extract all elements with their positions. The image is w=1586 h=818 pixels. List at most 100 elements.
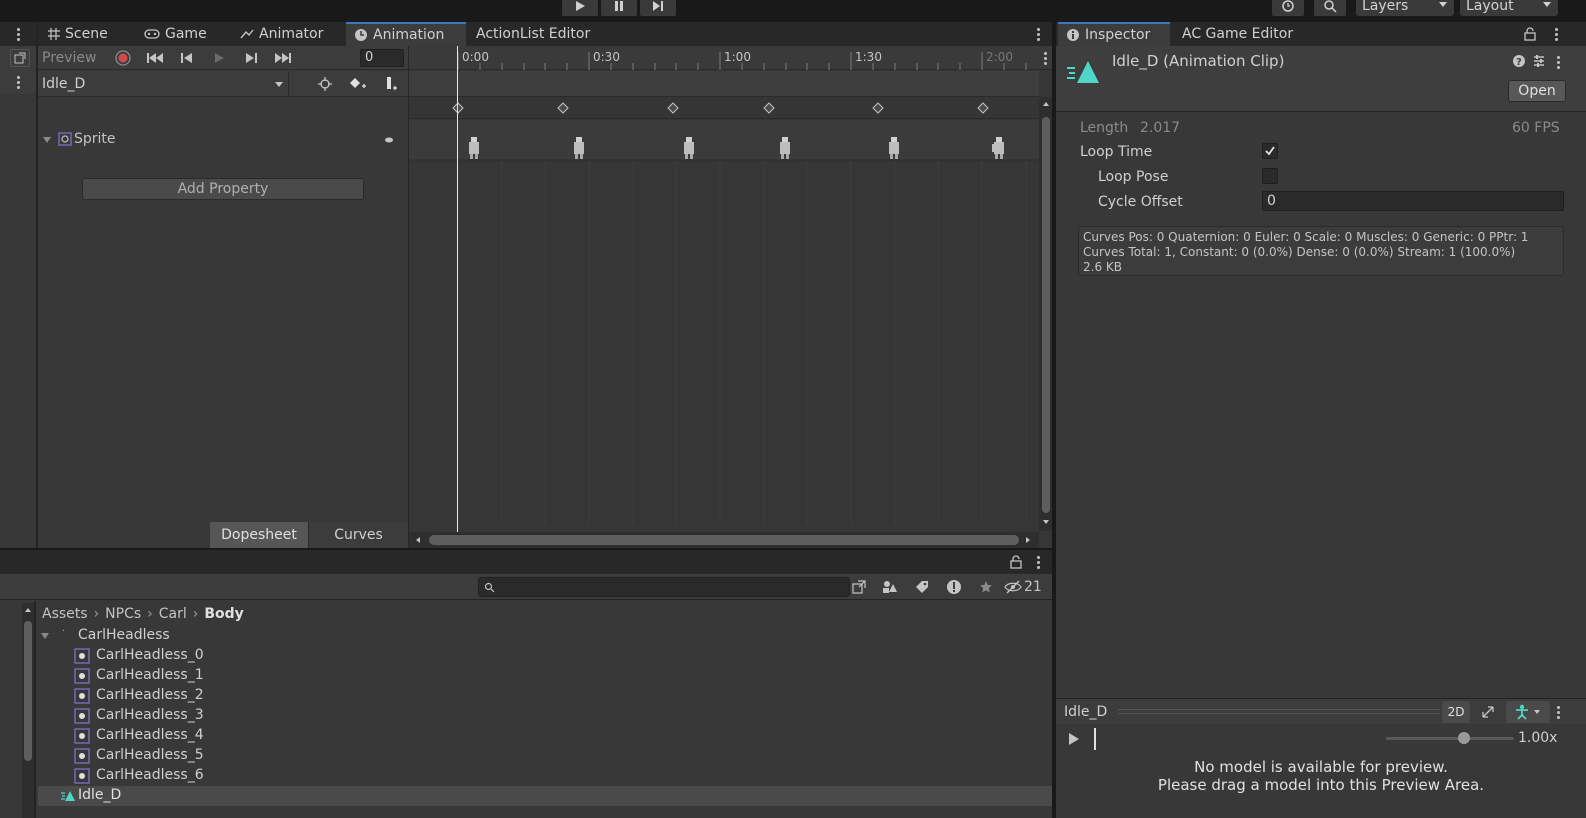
tab-actionlist-editor[interactable]: ActionList Editor (468, 22, 618, 46)
property-row-sprite[interactable]: Sprite (38, 128, 408, 152)
list-item[interactable]: CarlHeadless_6 (74, 766, 1054, 786)
sprite-keyframe-thumb[interactable] (778, 136, 792, 160)
loop-time-checkbox[interactable] (1262, 143, 1278, 159)
timeline-hscrollbar[interactable] (409, 532, 1039, 548)
list-item-carlheadless[interactable]: · CarlHeadless (38, 626, 1054, 646)
lock-icon[interactable] (1010, 555, 1022, 569)
component-menu-icon[interactable] (1554, 54, 1562, 70)
project-search-input[interactable] (478, 577, 850, 597)
curves-tab[interactable]: Curves (308, 522, 408, 548)
play-button[interactable] (562, 0, 598, 16)
search-by-type-button[interactable] (848, 577, 870, 597)
play-animation-button[interactable] (206, 47, 232, 69)
list-item[interactable]: CarlHeadless_5 (74, 746, 1054, 766)
filter-by-type-button[interactable] (878, 577, 902, 597)
playhead[interactable] (457, 46, 458, 532)
list-item[interactable]: CarlHeadless_1 (74, 666, 1054, 686)
keyframe-diamond[interactable] (667, 102, 679, 114)
cycle-offset-field[interactable]: 0 (1262, 191, 1564, 211)
scroll-thumb[interactable] (1042, 117, 1050, 513)
sprite-keyframe-thumb[interactable] (467, 136, 481, 160)
tab-game[interactable]: Game (136, 22, 228, 46)
timeline-vscrollbar[interactable] (1039, 97, 1053, 531)
help-icon[interactable]: ? (1512, 54, 1526, 68)
record-button[interactable] (110, 47, 136, 69)
sprite-keyframe-thumb[interactable] (991, 136, 1007, 160)
events-row[interactable] (409, 71, 1039, 97)
inspector-menu-icon[interactable] (1552, 26, 1560, 42)
search-button[interactable] (1314, 0, 1346, 16)
keyframe-diamond[interactable] (452, 102, 464, 114)
lock-icon[interactable] (1524, 27, 1536, 41)
add-keyframe-button[interactable] (346, 73, 370, 95)
expand-triangle-icon[interactable] (42, 136, 52, 144)
undo-history-button[interactable] (1272, 0, 1304, 16)
tab-scene[interactable]: Scene (40, 22, 134, 46)
sprite-keyframe-thumb[interactable] (887, 136, 901, 160)
filter-by-label-button[interactable] (910, 577, 934, 597)
preview-area[interactable]: No model is available for preview. Pleas… (1056, 754, 1586, 818)
scroll-up-arrow-icon[interactable] (1042, 101, 1050, 107)
pivot-toggle-button[interactable] (1474, 701, 1502, 723)
dopesheet-timeline[interactable]: 0:00 0:30 1:00 1:30 2:00 (408, 46, 1053, 548)
preview-menu-icon[interactable] (1554, 704, 1562, 720)
drag-handle[interactable] (1118, 709, 1440, 714)
avatar-dropdown[interactable] (1506, 701, 1550, 723)
tab-ac-game-editor[interactable]: AC Game Editor (1174, 22, 1324, 46)
next-keyframe-button[interactable] (238, 47, 264, 69)
filter-keyframes-button[interactable] (314, 73, 336, 95)
keyframe-dot-icon[interactable] (384, 137, 394, 143)
scroll-left-arrow-icon[interactable] (415, 536, 421, 544)
list-item[interactable]: CarlHeadless_0 (74, 646, 1054, 666)
favorites-button[interactable] (974, 577, 998, 597)
step-button[interactable] (640, 0, 676, 16)
dopesheet-tab[interactable]: Dopesheet (210, 522, 308, 548)
hierarchy-search-icon[interactable] (10, 49, 30, 67)
summary-keyframe-row[interactable] (409, 97, 1039, 119)
center-panel-menu-icon[interactable] (1034, 26, 1042, 42)
tab-inspector[interactable]: Inspector (1058, 22, 1170, 46)
toggle-2d-button[interactable]: 2D (1442, 701, 1470, 723)
folder-tree-scrollbar[interactable] (22, 603, 34, 818)
frame-field[interactable]: 0 (360, 49, 404, 67)
tab-animation[interactable]: Animation (346, 22, 466, 46)
project-menu-icon[interactable] (1034, 554, 1042, 570)
keyframe-diamond[interactable] (977, 102, 989, 114)
last-keyframe-button[interactable] (270, 47, 296, 69)
expand-triangle-icon[interactable] (40, 632, 50, 640)
breadcrumb-body[interactable]: Body (204, 606, 243, 622)
hscroll-thumb[interactable] (429, 535, 1019, 545)
list-item[interactable]: CarlHeadless_3 (74, 706, 1054, 726)
sprite-keyframe-thumb[interactable] (682, 136, 696, 160)
loop-pose-checkbox[interactable] (1262, 168, 1278, 184)
breadcrumb-npcs[interactable]: NPCs (105, 606, 141, 622)
preview-timeline-cursor[interactable] (1094, 728, 1096, 750)
hierarchy-menu-icon[interactable] (14, 73, 22, 91)
keyframe-diamond[interactable] (557, 102, 569, 114)
preview-toggle[interactable]: Preview (42, 50, 97, 66)
breadcrumb-assets[interactable]: Assets (42, 606, 88, 622)
log-types-button[interactable] (942, 577, 966, 597)
list-item-selected[interactable]: Idle_D (38, 786, 1054, 806)
speed-slider[interactable] (1386, 732, 1514, 744)
speed-slider-thumb[interactable] (1458, 732, 1471, 744)
scroll-up-arrow-icon[interactable] (24, 607, 32, 613)
play-icon[interactable] (1068, 732, 1080, 746)
scroll-thumb[interactable] (24, 621, 32, 761)
keyframe-diamond[interactable] (763, 102, 775, 114)
open-button[interactable]: Open (1508, 80, 1566, 102)
keyframe-diamond[interactable] (872, 102, 884, 114)
first-keyframe-button[interactable] (142, 47, 168, 69)
breadcrumb-carl[interactable]: Carl (159, 606, 187, 622)
hidden-packages-toggle[interactable]: 21 (1004, 577, 1050, 597)
timeline-menu-icon[interactable] (1041, 50, 1049, 66)
tab-animator[interactable]: Animator (232, 22, 344, 46)
presets-icon[interactable] (1532, 54, 1546, 68)
panel-menu-icon[interactable] (14, 25, 22, 43)
layers-dropdown[interactable]: Layers (1356, 0, 1454, 16)
prev-keyframe-button[interactable] (174, 47, 200, 69)
scroll-down-arrow-icon[interactable] (1042, 519, 1050, 525)
layout-dropdown[interactable]: Layout (1460, 0, 1558, 16)
sprite-keyframe-thumb[interactable] (572, 136, 586, 160)
scroll-right-arrow-icon[interactable] (1025, 536, 1031, 544)
